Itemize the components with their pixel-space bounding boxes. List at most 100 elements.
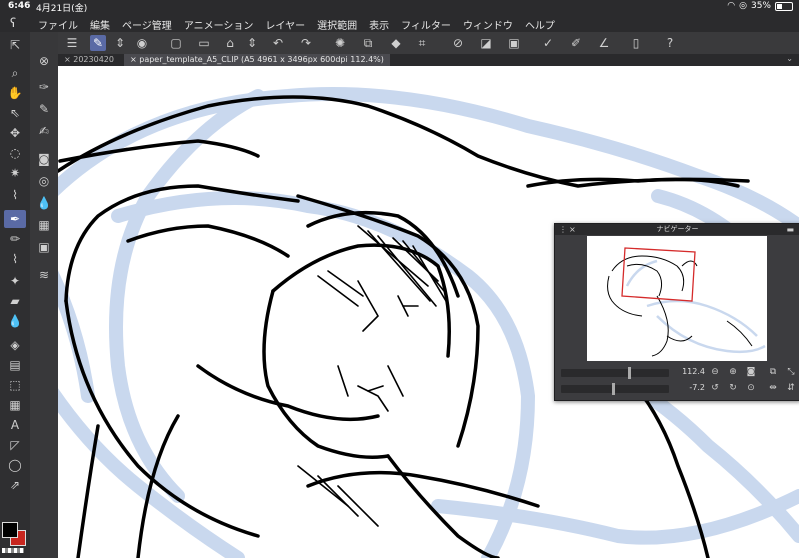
balloon-icon[interactable]: ◸	[4, 436, 26, 454]
menu-file[interactable]: ファイル	[38, 17, 78, 32]
close-icon[interactable]: ×	[64, 55, 71, 64]
figure-icon[interactable]: ⬚	[4, 376, 26, 394]
zoom-icon[interactable]: ⌕	[4, 64, 26, 82]
chevron-updown-icon[interactable]: ⇕	[112, 35, 128, 51]
zoom-value[interactable]: 112.4	[671, 367, 705, 376]
view-area-indicator[interactable]	[621, 247, 696, 302]
subtool-pen-settings-icon[interactable]: ✎	[33, 100, 55, 118]
subtool-window-icon[interactable]: ▣	[33, 238, 55, 256]
fill-icon[interactable]: ◆	[388, 35, 404, 51]
menu-selection[interactable]: 選択範囲	[317, 17, 357, 32]
object-select-icon[interactable]: ⇖	[4, 104, 26, 122]
layers-icon[interactable]: ≋	[33, 266, 55, 284]
navigator-panel[interactable]: ⋮ × ナビゲーター ▬ 112.4 ⊖ ⊕ ◙ ⧉ ⤡ -7.2 ↺ ↻ ⊙ …	[554, 223, 799, 401]
zoom-slider-knob[interactable]	[628, 367, 631, 379]
navigator-thumbnail	[607, 247, 766, 357]
selection-border-icon[interactable]: ▣	[506, 35, 522, 51]
loading-icon[interactable]: ✺	[332, 35, 348, 51]
rotate-value[interactable]: -7.2	[671, 383, 705, 392]
fill-bucket-icon[interactable]: ◈	[4, 336, 26, 354]
brush-icon[interactable]: ✐	[568, 35, 584, 51]
zoom-in-icon[interactable]: ⊕	[727, 366, 739, 378]
correct-line-icon[interactable]: ⇗	[4, 476, 26, 494]
reset-rotation-icon[interactable]: ⊙	[745, 382, 757, 394]
lasso-icon[interactable]: ◌	[4, 144, 26, 162]
smartphone-icon[interactable]: ▯	[628, 35, 644, 51]
expand-icon[interactable]: ⇱	[4, 36, 26, 54]
menu-window[interactable]: ウィンドウ	[463, 17, 513, 32]
menu-icon[interactable]: ⋮	[559, 224, 567, 235]
collapse-icon[interactable]: ▬	[786, 224, 794, 235]
fit-canvas-icon[interactable]: ⤡	[785, 366, 797, 378]
fit-window-icon[interactable]: ⧉	[767, 366, 779, 378]
battery-percent: 35%	[750, 1, 771, 11]
flip-vertical-icon[interactable]: ⇵	[785, 382, 797, 394]
main-color-swatch[interactable]	[2, 522, 18, 538]
deselect-icon[interactable]: ⊘	[450, 35, 466, 51]
clip-studio-logo-icon[interactable]: ʕ	[10, 16, 16, 30]
save-icon[interactable]: ⌂	[222, 35, 238, 51]
move-icon[interactable]: ✥	[4, 124, 26, 142]
ruler-pen-icon[interactable]: ∠	[596, 35, 612, 51]
view-icon[interactable]: ◉	[134, 35, 150, 51]
menu-help[interactable]: ヘルプ	[525, 17, 555, 32]
open-folder-icon[interactable]: ▭	[196, 35, 212, 51]
chevron-down-icon[interactable]: ⌄	[786, 54, 793, 63]
menu-layer[interactable]: レイヤー	[265, 17, 305, 32]
invert-selection-icon[interactable]: ◪	[478, 35, 494, 51]
crop-icon[interactable]: ⌗	[414, 35, 430, 51]
actual-size-icon[interactable]: ◙	[745, 366, 757, 378]
subtool-drops-icon[interactable]: 💧	[33, 194, 55, 212]
rotate-left-icon[interactable]: ↺	[709, 382, 721, 394]
orientation-lock-icon: ◎	[739, 1, 747, 11]
subtool-grid-icon[interactable]: ▦	[33, 216, 55, 234]
layer-copy-icon[interactable]: ⧉	[360, 35, 376, 51]
menu-animation[interactable]: アニメーション	[184, 17, 254, 32]
close-icon[interactable]: ×	[569, 224, 576, 235]
subtool-settings-icon[interactable]: ⊗	[33, 52, 55, 70]
brush-icon[interactable]: ⌇	[4, 250, 26, 268]
rotate-slider-knob[interactable]	[612, 383, 615, 395]
text-icon[interactable]: A	[4, 416, 26, 434]
redo-icon[interactable]: ↷	[298, 35, 314, 51]
undo-icon[interactable]: ↶	[270, 35, 286, 51]
subtool-circle-icon[interactable]: ◎	[33, 172, 55, 190]
blend-icon[interactable]: 💧	[4, 312, 26, 330]
magic-wand-icon[interactable]: ✷	[4, 164, 26, 182]
airbrush-icon[interactable]: ✦	[4, 272, 26, 290]
subtool-brush-settings-icon[interactable]: ✍	[33, 122, 55, 140]
navigator-title-bar[interactable]: ⋮ × ナビゲーター ▬	[555, 224, 799, 235]
help-icon[interactable]: ?	[662, 35, 678, 51]
status-time: 6:46	[8, 1, 31, 11]
sub-tool-bar: ⊗ ✑ ✎ ✍ ◙ ◎ 💧 ▦ ▣ ≋	[30, 32, 58, 558]
menu-page[interactable]: ページ管理	[122, 17, 172, 32]
subtool-pen-icon[interactable]: ✑	[33, 78, 55, 96]
speech-bubble-icon[interactable]: ◯	[4, 456, 26, 474]
gradient-icon[interactable]: ▤	[4, 356, 26, 374]
flip-horizontal-icon[interactable]: ⇹	[767, 382, 779, 394]
zoom-slider[interactable]	[561, 367, 669, 379]
frame-border-icon[interactable]: ▦	[4, 396, 26, 414]
menu-edit[interactable]: 編集	[90, 17, 110, 32]
new-file-icon[interactable]: ▢	[168, 35, 184, 51]
edit-mode-icon[interactable]: ✎	[90, 35, 106, 51]
zoom-out-icon[interactable]: ⊖	[709, 366, 721, 378]
pen-pressure-icon[interactable]: ✓	[540, 35, 556, 51]
transparent-color-swatch[interactable]	[2, 548, 24, 553]
pencil-icon[interactable]: ✏	[4, 230, 26, 248]
rotate-right-icon[interactable]: ↻	[727, 382, 739, 394]
menu-view[interactable]: 表示	[369, 17, 389, 32]
subtool-camera-icon[interactable]: ◙	[33, 150, 55, 168]
chevron-updown-icon[interactable]: ⇕	[244, 35, 260, 51]
rotate-slider[interactable]	[561, 383, 669, 395]
eraser-icon[interactable]: ▰	[4, 292, 26, 310]
tab-20230420[interactable]: × 20230420	[58, 54, 120, 66]
menu-filter[interactable]: フィルター	[401, 17, 451, 32]
eyedropper-icon[interactable]: ⌇	[4, 186, 26, 204]
pen-icon[interactable]: ✒	[4, 210, 26, 228]
tab-paper-template[interactable]: × paper_template_A5_CLIP (A5 4961 x 3496…	[124, 54, 390, 66]
hand-icon[interactable]: ✋	[4, 84, 26, 102]
close-icon[interactable]: ×	[130, 55, 137, 64]
navigator-preview[interactable]	[587, 236, 767, 361]
menu-hamburger-icon[interactable]: ☰	[64, 35, 80, 51]
